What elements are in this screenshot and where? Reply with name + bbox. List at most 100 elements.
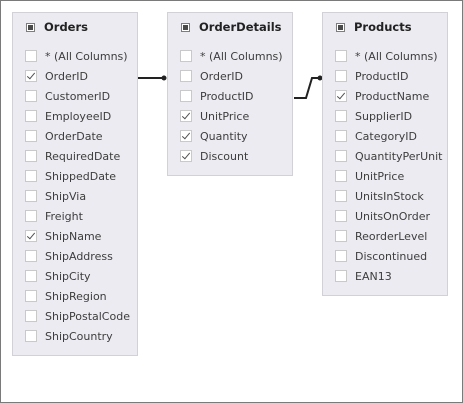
field-checkbox[interactable]	[25, 270, 37, 282]
field-row[interactable]: UnitsOnOrder	[323, 206, 447, 226]
field-row[interactable]: Quantity	[168, 126, 292, 146]
field-checkbox[interactable]	[25, 310, 37, 322]
field-checkbox[interactable]	[25, 290, 37, 302]
field-checkbox[interactable]	[335, 170, 347, 182]
field-row[interactable]: ProductName	[323, 86, 447, 106]
field-checkbox[interactable]	[335, 130, 347, 142]
field-checkbox[interactable]	[335, 250, 347, 262]
field-label: UnitsOnOrder	[355, 209, 431, 223]
select-all-icon[interactable]	[181, 22, 190, 32]
field-checkbox[interactable]	[335, 210, 347, 222]
field-label: ProductID	[355, 69, 409, 83]
field-row[interactable]: Discount	[168, 146, 292, 166]
field-label: Discount	[200, 149, 249, 163]
field-row[interactable]: UnitPrice	[168, 106, 292, 126]
table-products[interactable]: Products * (All Columns) ProductID Produ…	[322, 12, 448, 296]
field-list: * (All Columns) OrderID CustomerID Emplo…	[13, 46, 137, 346]
field-row[interactable]: EmployeeID	[13, 106, 137, 126]
select-all-icon[interactable]	[336, 22, 345, 32]
field-row[interactable]: QuantityPerUnit	[323, 146, 447, 166]
field-checkbox[interactable]	[180, 70, 192, 82]
field-list: * (All Columns) OrderID ProductID UnitPr…	[168, 46, 292, 166]
field-label: Discontinued	[355, 249, 428, 263]
field-checkbox[interactable]	[25, 330, 37, 342]
field-label: Quantity	[200, 129, 248, 143]
field-row[interactable]: RequiredDate	[13, 146, 137, 166]
field-checkbox[interactable]	[180, 110, 192, 122]
field-checkbox[interactable]	[25, 90, 37, 102]
field-label: UnitsInStock	[355, 189, 424, 203]
field-label: SupplierID	[355, 109, 413, 123]
field-checkbox[interactable]	[180, 50, 192, 62]
field-checkbox[interactable]	[180, 130, 192, 142]
field-row[interactable]: * (All Columns)	[13, 46, 137, 66]
table-title: Products	[354, 20, 412, 34]
field-checkbox[interactable]	[180, 150, 192, 162]
field-row[interactable]: ShipCity	[13, 266, 137, 286]
field-checkbox[interactable]	[25, 130, 37, 142]
field-row[interactable]: ShipName	[13, 226, 137, 246]
select-all-icon[interactable]	[26, 22, 35, 32]
field-row[interactable]: OrderID	[13, 66, 137, 86]
field-checkbox[interactable]	[335, 90, 347, 102]
field-row[interactable]: UnitsInStock	[323, 186, 447, 206]
field-row[interactable]: ReorderLevel	[323, 226, 447, 246]
field-row[interactable]: OrderDate	[13, 126, 137, 146]
field-label: * (All Columns)	[200, 49, 283, 63]
field-row[interactable]: ProductID	[168, 86, 292, 106]
field-row[interactable]: OrderID	[168, 66, 292, 86]
table-orders-header[interactable]: Orders	[13, 13, 137, 41]
field-label: EAN13	[355, 269, 392, 283]
field-label: * (All Columns)	[355, 49, 438, 63]
field-checkbox[interactable]	[335, 150, 347, 162]
table-orders[interactable]: Orders * (All Columns) OrderID CustomerI…	[12, 12, 138, 356]
field-row[interactable]: ShipRegion	[13, 286, 137, 306]
field-checkbox[interactable]	[335, 230, 347, 242]
field-checkbox[interactable]	[25, 70, 37, 82]
field-checkbox[interactable]	[335, 70, 347, 82]
field-row[interactable]: ShipCountry	[13, 326, 137, 346]
field-label: CategoryID	[355, 129, 417, 143]
field-checkbox[interactable]	[180, 90, 192, 102]
field-row[interactable]: * (All Columns)	[168, 46, 292, 66]
field-label: ShipName	[45, 229, 102, 243]
query-designer-canvas: Orders * (All Columns) OrderID CustomerI…	[0, 0, 463, 403]
field-checkbox[interactable]	[335, 190, 347, 202]
field-row[interactable]: Freight	[13, 206, 137, 226]
field-checkbox[interactable]	[25, 150, 37, 162]
field-checkbox[interactable]	[25, 50, 37, 62]
table-orderdetails[interactable]: OrderDetails * (All Columns) OrderID Pro…	[167, 12, 293, 176]
field-row[interactable]: ShippedDate	[13, 166, 137, 186]
field-row[interactable]: Discontinued	[323, 246, 447, 266]
field-row[interactable]: ShipVia	[13, 186, 137, 206]
field-row[interactable]: * (All Columns)	[323, 46, 447, 66]
field-row[interactable]: ProductID	[323, 66, 447, 86]
field-checkbox[interactable]	[335, 110, 347, 122]
field-checkbox[interactable]	[25, 190, 37, 202]
field-checkbox[interactable]	[335, 270, 347, 282]
field-label: CustomerID	[45, 89, 111, 103]
table-orderdetails-header[interactable]: OrderDetails	[168, 13, 292, 41]
field-label: RequiredDate	[45, 149, 121, 163]
field-label: ShipRegion	[45, 289, 107, 303]
field-checkbox[interactable]	[25, 170, 37, 182]
field-checkbox[interactable]	[25, 230, 37, 242]
table-title: OrderDetails	[199, 20, 282, 34]
field-row[interactable]: UnitPrice	[323, 166, 447, 186]
field-label: QuantityPerUnit	[355, 149, 443, 163]
field-row[interactable]: CustomerID	[13, 86, 137, 106]
relation-orders-orderdetails[interactable]	[137, 75, 167, 81]
field-list: * (All Columns) ProductID ProductName Su…	[323, 46, 447, 286]
field-checkbox[interactable]	[335, 50, 347, 62]
field-row[interactable]: ShipPostalCode	[13, 306, 137, 326]
field-row[interactable]: ShipAddress	[13, 246, 137, 266]
field-row[interactable]: EAN13	[323, 266, 447, 286]
field-label: ProductName	[355, 89, 430, 103]
field-row[interactable]: CategoryID	[323, 126, 447, 146]
table-products-header[interactable]: Products	[323, 13, 447, 41]
field-checkbox[interactable]	[25, 250, 37, 262]
relation-orderdetails-products[interactable]	[294, 75, 323, 99]
field-row[interactable]: SupplierID	[323, 106, 447, 126]
field-checkbox[interactable]	[25, 210, 37, 222]
field-checkbox[interactable]	[25, 110, 37, 122]
